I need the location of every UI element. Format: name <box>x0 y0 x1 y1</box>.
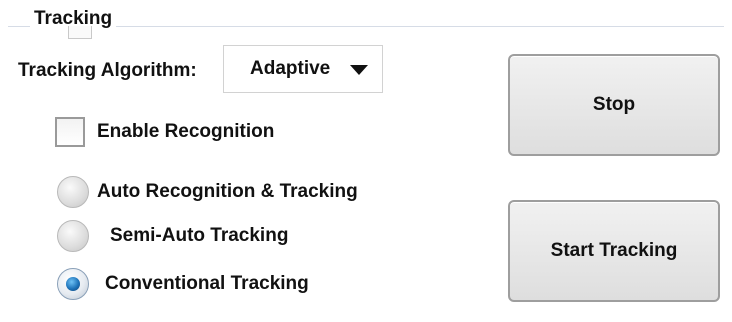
tracking-algorithm-dropdown[interactable]: Adaptive <box>223 45 383 93</box>
dropdown-arrow-icon <box>350 65 368 75</box>
radio-button-icon[interactable] <box>57 220 89 252</box>
radio-button-icon[interactable] <box>57 176 89 208</box>
radio-selected-dot <box>66 277 80 291</box>
radio-label: Auto Recognition & Tracking <box>97 181 358 202</box>
radio-label: Conventional Tracking <box>105 273 309 294</box>
radio-button-selected-icon[interactable] <box>57 268 89 300</box>
tracking-algorithm-label: Tracking Algorithm: <box>18 60 197 81</box>
radio-semi-auto-tracking[interactable]: Semi-Auto Tracking <box>57 220 288 252</box>
radio-label: Semi-Auto Tracking <box>110 225 289 246</box>
enable-recognition-checkbox-row[interactable]: Enable Recognition <box>55 117 274 147</box>
partial-checkbox-artifact <box>68 26 92 39</box>
radio-auto-recognition-tracking[interactable]: Auto Recognition & Tracking <box>57 176 358 208</box>
enable-recognition-checkbox[interactable] <box>55 117 85 147</box>
tracking-algorithm-value: Adaptive <box>250 58 331 79</box>
radio-conventional-tracking[interactable]: Conventional Tracking <box>57 268 309 300</box>
enable-recognition-label: Enable Recognition <box>97 121 275 142</box>
stop-button[interactable]: Stop <box>508 54 720 156</box>
start-tracking-button[interactable]: Start Tracking <box>508 200 720 302</box>
